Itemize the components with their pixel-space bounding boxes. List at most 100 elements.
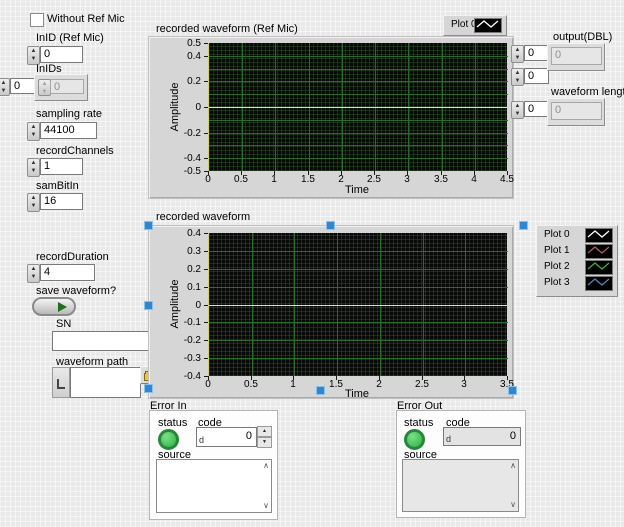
output-dbl-col-spinner[interactable]: ▲▼ [511, 68, 524, 86]
selection-handle[interactable] [144, 384, 153, 393]
y-axis-tick-mark [204, 287, 208, 288]
legend-plot-name: Plot 2 [544, 261, 570, 272]
sampling-rate-label: sampling rate [36, 108, 102, 120]
grid-line-horizontal [209, 120, 508, 121]
waveform-path-input[interactable] [70, 367, 141, 398]
error-in-code-value: 0 [246, 430, 252, 442]
y-axis-tick-label: -0.3 [149, 353, 201, 364]
waveform-graph-ref-mic[interactable]: Amplitude Time 0.50.40.20-0.2-0.4-0.500.… [148, 36, 514, 199]
grid-line-horizontal [209, 251, 508, 252]
waveform-length-index[interactable]: 0 [524, 101, 549, 117]
legend-item[interactable]: Plot 3 [537, 275, 617, 291]
x-axis-tick-mark [507, 376, 508, 380]
record-channels-label: recordChannels [36, 145, 114, 157]
scroll-up-icon[interactable]: ∧ [510, 462, 516, 470]
graph1-plot-area[interactable] [208, 43, 507, 171]
plot-line-style-icon[interactable] [585, 260, 613, 275]
radix-indicator[interactable]: d [199, 435, 204, 445]
scroll-down-icon[interactable]: ∨ [263, 502, 269, 510]
error-in-source-input[interactable]: ∧ ∨ [156, 459, 272, 513]
selection-handle[interactable] [144, 221, 153, 230]
sam-bit-in-input[interactable]: 16 [40, 193, 83, 210]
plot-line-style-icon[interactable] [585, 276, 613, 291]
error-in-code-decrement[interactable]: ▼ [257, 437, 272, 448]
selection-handle[interactable] [144, 301, 153, 310]
path-type-button[interactable] [52, 367, 70, 398]
x-axis-tick-label: 4 [459, 174, 489, 185]
inids-element-input[interactable]: 0 [50, 79, 84, 94]
plot-line-style-icon[interactable] [585, 228, 613, 243]
sn-label: SN [56, 318, 71, 330]
output-dbl-col-index[interactable]: 0 [524, 68, 549, 84]
graph2-plot-area[interactable] [208, 233, 507, 376]
x-axis-tick-mark [507, 171, 508, 175]
error-out-source-indicator: ∧ ∨ [402, 459, 519, 512]
error-out-code-value: 0 [510, 430, 516, 442]
sampling-rate-input[interactable]: 44100 [40, 122, 97, 139]
legend-plot-name: Plot 3 [544, 277, 570, 288]
x-axis-tick-label: 1.5 [321, 379, 351, 390]
plot-line-style-icon[interactable] [474, 18, 502, 33]
x-axis-tick-label: 3 [449, 379, 479, 390]
record-channels-input[interactable]: 1 [40, 158, 83, 175]
record-duration-input[interactable]: 4 [40, 264, 95, 281]
legend-plot-name: Plot 0 [544, 229, 570, 240]
selection-handle[interactable] [508, 386, 517, 395]
grid-line-horizontal [209, 158, 508, 159]
sam-bit-in-spinner[interactable]: ▲▼ [27, 193, 40, 212]
selection-handle[interactable] [519, 221, 528, 230]
sam-bit-in-label: samBitIn [36, 180, 79, 192]
plot-line-style-icon[interactable] [585, 244, 613, 259]
waveform-trace [209, 305, 507, 306]
x-axis-tick-label: 1.5 [293, 174, 323, 185]
output-dbl-row-index[interactable]: 0 [524, 45, 549, 61]
without-ref-mic-checkbox[interactable] [30, 13, 44, 27]
x-axis-tick-mark [208, 376, 209, 380]
y-axis-tick-label: 0.4 [149, 228, 201, 239]
selection-handle[interactable] [326, 221, 335, 230]
y-axis-tick-label: 0.4 [149, 51, 201, 62]
sn-input[interactable] [52, 331, 156, 351]
x-axis-tick-label: 0 [193, 379, 223, 390]
play-arrow-icon [58, 302, 67, 312]
x-axis-tick-mark [422, 376, 423, 380]
inids-index-input[interactable]: 0 [10, 78, 36, 94]
graph1-title: recorded waveform (Ref Mic) [156, 23, 298, 35]
legend-item[interactable]: Plot 2 [537, 259, 617, 275]
y-axis-tick-label: 0.2 [149, 264, 201, 275]
save-waveform-button[interactable] [32, 297, 76, 316]
grid-line-horizontal [209, 358, 508, 359]
output-dbl-row-spinner[interactable]: ▲▼ [511, 45, 524, 63]
output-dbl-element: 0 [551, 47, 602, 65]
y-axis-tick-mark [204, 56, 208, 57]
y-axis-tick-mark [204, 81, 208, 82]
x-axis-tick-mark [336, 376, 337, 380]
y-axis-tick-label: 0.5 [149, 38, 201, 49]
error-out-status-led [404, 429, 425, 450]
y-axis-tick-mark [204, 43, 208, 44]
legend-item[interactable]: Plot 0 [444, 17, 506, 33]
y-axis-tick-label: -0.2 [149, 335, 201, 346]
inid-input[interactable]: 0 [40, 46, 83, 63]
error-in-code-input[interactable]: d 0 [196, 427, 257, 447]
error-in-code-increment[interactable]: ▲ [257, 426, 272, 437]
scroll-down-icon[interactable]: ∨ [510, 501, 516, 509]
record-duration-spinner[interactable]: ▲▼ [27, 264, 40, 283]
waveform-graph[interactable]: Amplitude Time 0.40.30.20.10-0.1-0.2-0.3… [148, 225, 514, 399]
record-channels-spinner[interactable]: ▲▼ [27, 158, 40, 177]
graph2-title: recorded waveform [156, 211, 250, 223]
legend-item[interactable]: Plot 0 [537, 227, 617, 243]
grid-line-horizontal [209, 133, 508, 134]
scroll-up-icon[interactable]: ∧ [263, 462, 269, 470]
sampling-rate-spinner[interactable]: ▲▼ [27, 122, 40, 141]
x-axis-tick-mark [274, 171, 275, 175]
x-axis-tick-label: 0 [193, 174, 223, 185]
error-in-status-led[interactable] [158, 429, 179, 450]
legend-item[interactable]: Plot 1 [537, 243, 617, 259]
y-axis-tick-label: -0.1 [149, 317, 201, 328]
waveform-length-index-spinner[interactable]: ▲▼ [511, 101, 524, 119]
y-axis-tick-mark [204, 269, 208, 270]
x-axis-tick-mark [341, 171, 342, 175]
inids-index-spinner[interactable]: ▲▼ [0, 78, 10, 96]
selection-handle[interactable] [316, 386, 325, 395]
